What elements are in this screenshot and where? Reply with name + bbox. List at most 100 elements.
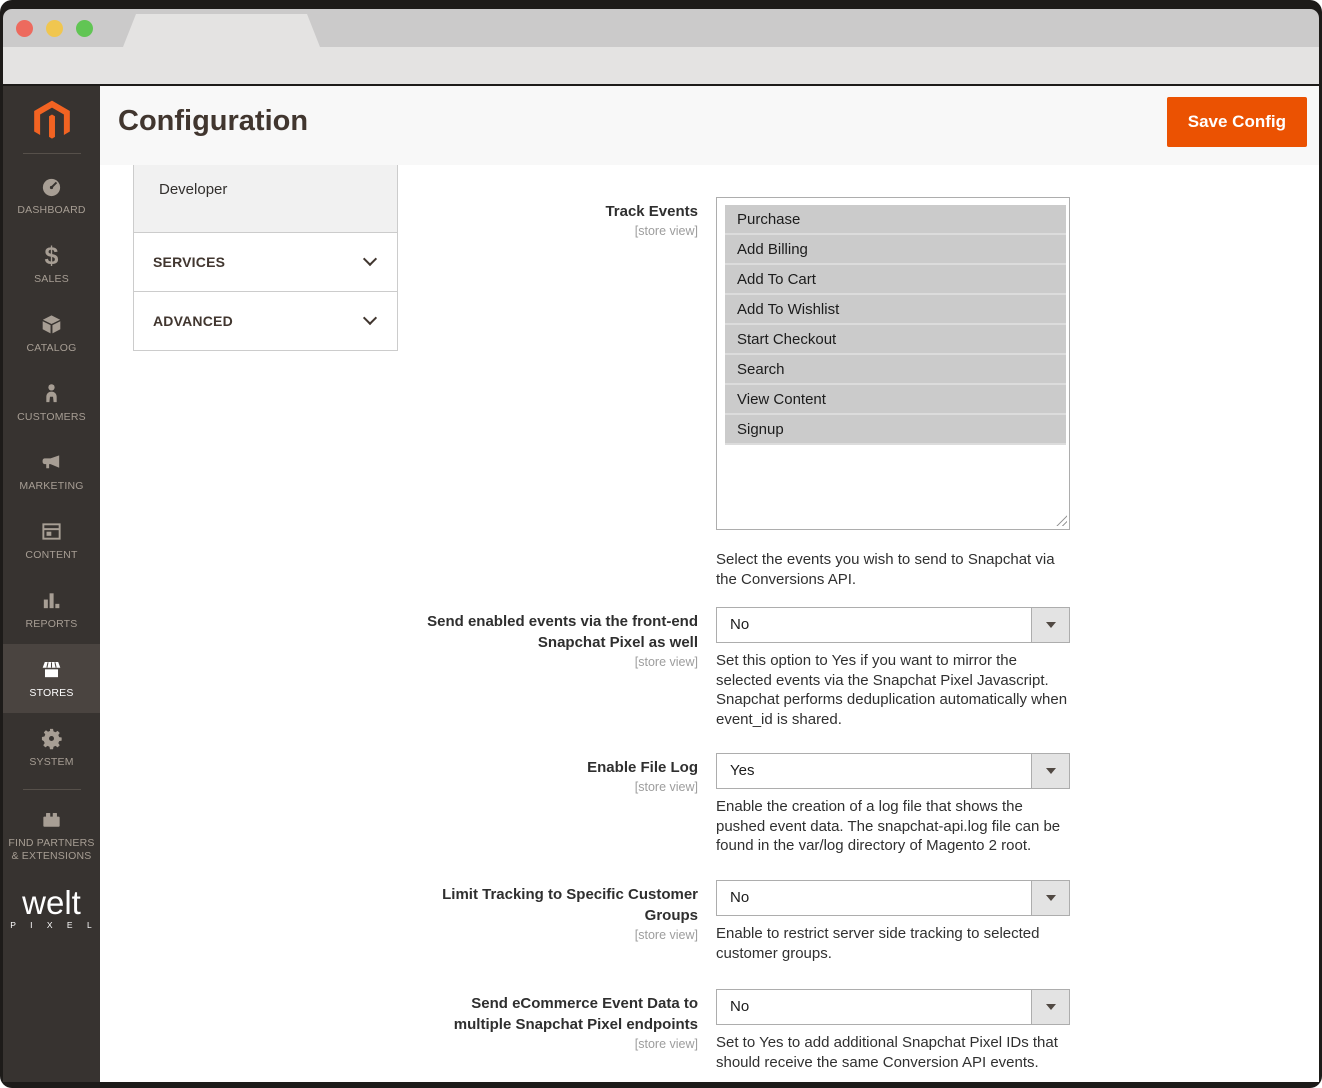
sidebar-item-customers[interactable]: CUSTOMERS	[3, 368, 100, 437]
customers-icon	[40, 382, 63, 406]
field-note: Set this option to Yes if you want to mi…	[716, 651, 1070, 729]
weltpixel-logo-subtext: P I X E L	[10, 920, 97, 930]
sidebar-item-content[interactable]: CONTENT	[3, 506, 100, 575]
page-title: Configuration	[118, 105, 308, 138]
page-header: Configuration Save Config	[100, 86, 1319, 165]
select-dropdown-arrow-icon[interactable]	[1031, 990, 1069, 1024]
field-label: Send eCommerce Event Data to multiple Sn…	[420, 993, 698, 1035]
field-scope: [store view]	[420, 655, 698, 669]
save-config-button[interactable]: Save Config	[1167, 97, 1307, 147]
track-events-option[interactable]: Add To Wishlist	[725, 295, 1066, 325]
browser-tab[interactable]	[123, 14, 320, 47]
field-scope: [store view]	[420, 928, 698, 942]
field-label-block: Limit Tracking to Specific Customer Grou…	[420, 880, 698, 942]
browser-tab-bar	[3, 9, 1319, 47]
chevron-down-icon	[363, 311, 377, 325]
select-value: No	[730, 608, 749, 642]
select-dropdown-arrow-icon[interactable]	[1031, 881, 1069, 915]
select-dropdown-arrow-icon[interactable]	[1031, 754, 1069, 788]
track-events-option[interactable]: Search	[725, 355, 1066, 385]
file-log-select[interactable]: Yes	[716, 753, 1070, 789]
track-events-option[interactable]: Add To Cart	[725, 265, 1066, 295]
sidebar-item-label: MARKETING	[6, 480, 98, 493]
sidebar-item-catalog[interactable]: CATALOG	[3, 299, 100, 368]
sidebar-divider	[23, 789, 81, 790]
field-input-block: No Enable to restrict server side tracki…	[716, 880, 1070, 963]
screenshot-stage: DASHBOARD $ SALES CATALOG CUSTOME	[0, 0, 1322, 1088]
sidebar-item-find-partners[interactable]: FIND PARTNERS & EXTENSIONS	[3, 797, 100, 873]
field-label-block: Send eCommerce Event Data to multiple Sn…	[420, 989, 698, 1051]
field-note: Select the events you wish to send to Sn…	[716, 550, 1070, 589]
track-events-option[interactable]: Purchase	[725, 205, 1066, 235]
catalog-icon	[40, 313, 63, 337]
chevron-down-icon	[363, 252, 377, 266]
reports-icon	[40, 589, 63, 613]
field-scope: [store view]	[420, 1037, 698, 1051]
sidebar-item-reports[interactable]: REPORTS	[3, 575, 100, 644]
frontend-pixel-select[interactable]: No	[716, 607, 1070, 643]
sidebar-item-label: SYSTEM	[6, 756, 98, 769]
field-scope: [store view]	[420, 780, 698, 794]
extensions-brick-icon	[40, 808, 63, 832]
sidebar-item-label: FIND PARTNERS & EXTENSIONS	[6, 837, 98, 863]
sidebar-item-label: DASHBOARD	[6, 204, 98, 217]
browser-address-bar[interactable]	[3, 47, 1319, 84]
customer-groups-select[interactable]: No	[716, 880, 1070, 916]
config-nav-section-services[interactable]: SERVICES	[134, 232, 397, 291]
config-nav-section-advanced[interactable]: ADVANCED	[134, 291, 397, 350]
multiple-endpoints-select[interactable]: No	[716, 989, 1070, 1025]
minimize-window-button[interactable]	[46, 20, 63, 37]
field-input-block: No Set to Yes to add additional Snapchat…	[716, 989, 1070, 1072]
maximize-window-button[interactable]	[76, 20, 93, 37]
track-events-option[interactable]: Add Billing	[725, 235, 1066, 265]
weltpixel-logo: welt P I X E L	[5, 887, 97, 930]
field-input-block: PurchaseAdd BillingAdd To CartAdd To Wis…	[716, 197, 1070, 530]
field-note: Enable to restrict server side tracking …	[716, 924, 1070, 963]
sidebar-divider	[23, 153, 81, 154]
stores-icon	[40, 658, 63, 682]
sidebar-item-dashboard[interactable]: DASHBOARD	[3, 161, 100, 230]
field-label-block: Send enabled events via the front-end Sn…	[420, 607, 698, 669]
dashboard-icon	[40, 175, 63, 199]
field-input-block: Yes Enable the creation of a log file th…	[716, 753, 1070, 856]
content-icon	[40, 520, 63, 544]
sidebar-item-label: CONTENT	[6, 549, 98, 562]
config-section-nav: Developer SERVICES ADVANCED	[133, 165, 398, 351]
sales-icon: $	[45, 244, 59, 268]
marketing-icon	[40, 451, 63, 475]
gear-icon	[40, 727, 63, 751]
page-body: Developer SERVICES ADVANCED T	[100, 165, 1319, 1082]
field-label-block: Enable File Log [store view]	[420, 753, 698, 794]
field-label: Limit Tracking to Specific Customer Grou…	[420, 884, 698, 926]
sidebar-item-label: REPORTS	[6, 618, 98, 631]
sidebar-item-stores[interactable]: STORES	[3, 644, 100, 713]
weltpixel-logo-text: welt	[5, 887, 97, 919]
main-area: Configuration Save Config Developer SERV…	[100, 86, 1319, 1082]
field-label: Send enabled events via the front-end Sn…	[420, 611, 698, 653]
admin-sidebar: DASHBOARD $ SALES CATALOG CUSTOME	[3, 86, 100, 1082]
sidebar-item-marketing[interactable]: MARKETING	[3, 437, 100, 506]
sidebar-item-system[interactable]: SYSTEM	[3, 713, 100, 782]
config-nav-section-label: ADVANCED	[153, 313, 233, 329]
browser-window: DASHBOARD $ SALES CATALOG CUSTOME	[0, 0, 1322, 1088]
magento-logo-icon[interactable]	[29, 96, 75, 146]
field-scope: [store view]	[420, 224, 698, 238]
field-note: Enable the creation of a log file that s…	[716, 797, 1070, 856]
field-input-block: No Set this option to Yes if you want to…	[716, 607, 1070, 729]
select-value: No	[730, 881, 749, 915]
track-events-multiselect[interactable]: PurchaseAdd BillingAdd To CartAdd To Wis…	[716, 197, 1070, 530]
track-events-option[interactable]: Start Checkout	[725, 325, 1066, 355]
select-dropdown-arrow-icon[interactable]	[1031, 608, 1069, 642]
close-window-button[interactable]	[16, 20, 33, 37]
sidebar-item-sales[interactable]: $ SALES	[3, 230, 100, 299]
field-label: Enable File Log	[420, 757, 698, 778]
page-content: DASHBOARD $ SALES CATALOG CUSTOME	[3, 86, 1319, 1082]
track-events-option[interactable]: Signup	[725, 415, 1066, 445]
field-note: Set to Yes to add additional Snapchat Pi…	[716, 1033, 1070, 1072]
field-label: Track Events	[420, 201, 698, 222]
config-nav-item-developer[interactable]: Developer	[134, 165, 397, 232]
track-events-option[interactable]: View Content	[725, 385, 1066, 415]
sidebar-item-label: STORES	[6, 687, 98, 700]
field-label-block: Track Events [store view]	[420, 197, 698, 238]
config-nav-section-label: SERVICES	[153, 254, 225, 270]
